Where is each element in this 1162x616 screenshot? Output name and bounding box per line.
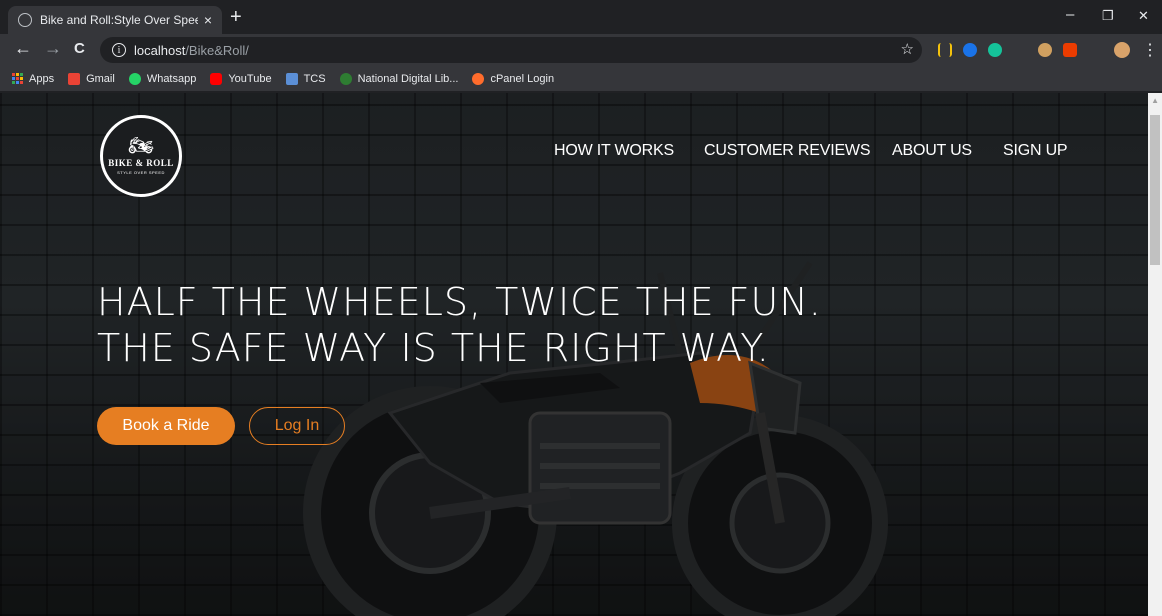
bookmark-label: Gmail [86,72,115,85]
bookmark-cpanel[interactable]: cPanel Login [472,72,555,85]
bookmark-label: cPanel Login [490,72,555,85]
office-icon[interactable] [1063,43,1077,57]
grammarly-icon[interactable] [988,43,1002,57]
page-viewport: 🏍 BIKE & ROLL STYLE OVER SPEED HOW IT WO… [0,93,1162,616]
bookmark-tcs[interactable]: TCS [285,72,326,85]
extension-face-icon[interactable] [1038,43,1052,57]
url-path: /Bike&Roll/ [185,42,249,58]
extension-blue-icon[interactable] [963,43,977,57]
scroll-up-arrow-icon[interactable]: ▲ [1151,96,1159,105]
site-logo[interactable]: 🏍 BIKE & ROLL STYLE OVER SPEED [100,115,182,197]
scrollbar-thumb[interactable] [1150,115,1160,265]
minimize-icon[interactable]: – [1066,6,1074,23]
nav-sign-up[interactable]: SIGN UP [1003,142,1068,160]
bookmark-label: TCS [303,72,326,85]
gmail-icon [68,72,81,85]
profile-avatar[interactable] [1114,42,1130,58]
extension-list-icon[interactable] [938,43,952,57]
hero-section: 🏍 BIKE & ROLL STYLE OVER SPEED HOW IT WO… [0,93,1148,616]
browser-toolbar: ← → C i localhost/Bike&Roll/ ☆ ⋮ [0,34,1162,66]
nav-customer-reviews[interactable]: CUSTOMER REVIEWS [704,142,871,160]
bookmark-apps[interactable]: Apps [12,73,54,85]
whatsapp-icon [128,72,141,85]
bookmark-label: National Digital Lib... [357,72,459,85]
bookmark-ndl[interactable]: National Digital Lib... [339,72,459,85]
hero-headline: HALF THE WHEELS, TWICE THE FUN. THE SAFE… [97,279,822,371]
restore-icon[interactable]: ❐ [1102,8,1114,24]
back-icon[interactable]: ← [14,38,32,59]
nav-about-us[interactable]: ABOUT US [892,142,972,160]
forward-icon[interactable]: → [44,38,62,59]
log-in-button[interactable]: Log In [249,407,345,445]
chrome-menu-icon[interactable]: ⋮ [1142,40,1158,60]
new-tab-button[interactable]: + [230,7,242,27]
window-close-icon[interactable]: ✕ [1138,8,1149,24]
site-info-icon[interactable]: i [112,43,126,57]
site-favicon-icon [18,13,32,27]
bookmark-star-icon[interactable]: ☆ [901,40,914,58]
apps-grid-icon [12,73,23,84]
address-bar[interactable]: i localhost/Bike&Roll/ ☆ [100,37,922,63]
browser-tab-bar: Bike and Roll:Style Over Speed!!! × + – … [0,0,1162,34]
logo-tagline: STYLE OVER SPEED [117,170,165,175]
motorcycle-logo-icon: 🏍 [128,135,154,157]
tab-title: Bike and Roll:Style Over Speed!!! [40,13,198,27]
cpanel-icon [472,72,485,85]
bookmark-label: Whatsapp [146,72,197,85]
bookmarks-bar: Apps Gmail Whatsapp YouTube TCS National… [0,66,1162,92]
nav-how-it-works[interactable]: HOW IT WORKS [554,142,674,160]
logo-brand-text: BIKE & ROLL [108,158,174,168]
ndl-icon [339,72,352,85]
reload-icon[interactable]: C [74,40,85,57]
bookmark-whatsapp[interactable]: Whatsapp [128,72,197,85]
book-a-ride-button[interactable]: Book a Ride [97,407,235,445]
bookmark-label: Apps [29,72,55,85]
page-scrollbar[interactable]: ▲ [1148,93,1162,616]
url-host: localhost [134,42,186,58]
youtube-icon [210,72,223,85]
browser-tab[interactable]: Bike and Roll:Style Over Speed!!! × [8,6,222,34]
bookmark-youtube[interactable]: YouTube [210,72,272,85]
headline-line-2: THE SAFE WAY IS THE RIGHT WAY. [97,326,770,370]
bookmark-gmail[interactable]: Gmail [68,72,115,85]
tcs-icon [285,72,298,85]
bookmark-label: YouTube [228,72,272,85]
extension-gear-icon[interactable] [1013,42,1027,56]
headline-line-1: HALF THE WHEELS, TWICE THE FUN. [97,280,822,324]
tab-close-icon[interactable]: × [204,12,212,28]
